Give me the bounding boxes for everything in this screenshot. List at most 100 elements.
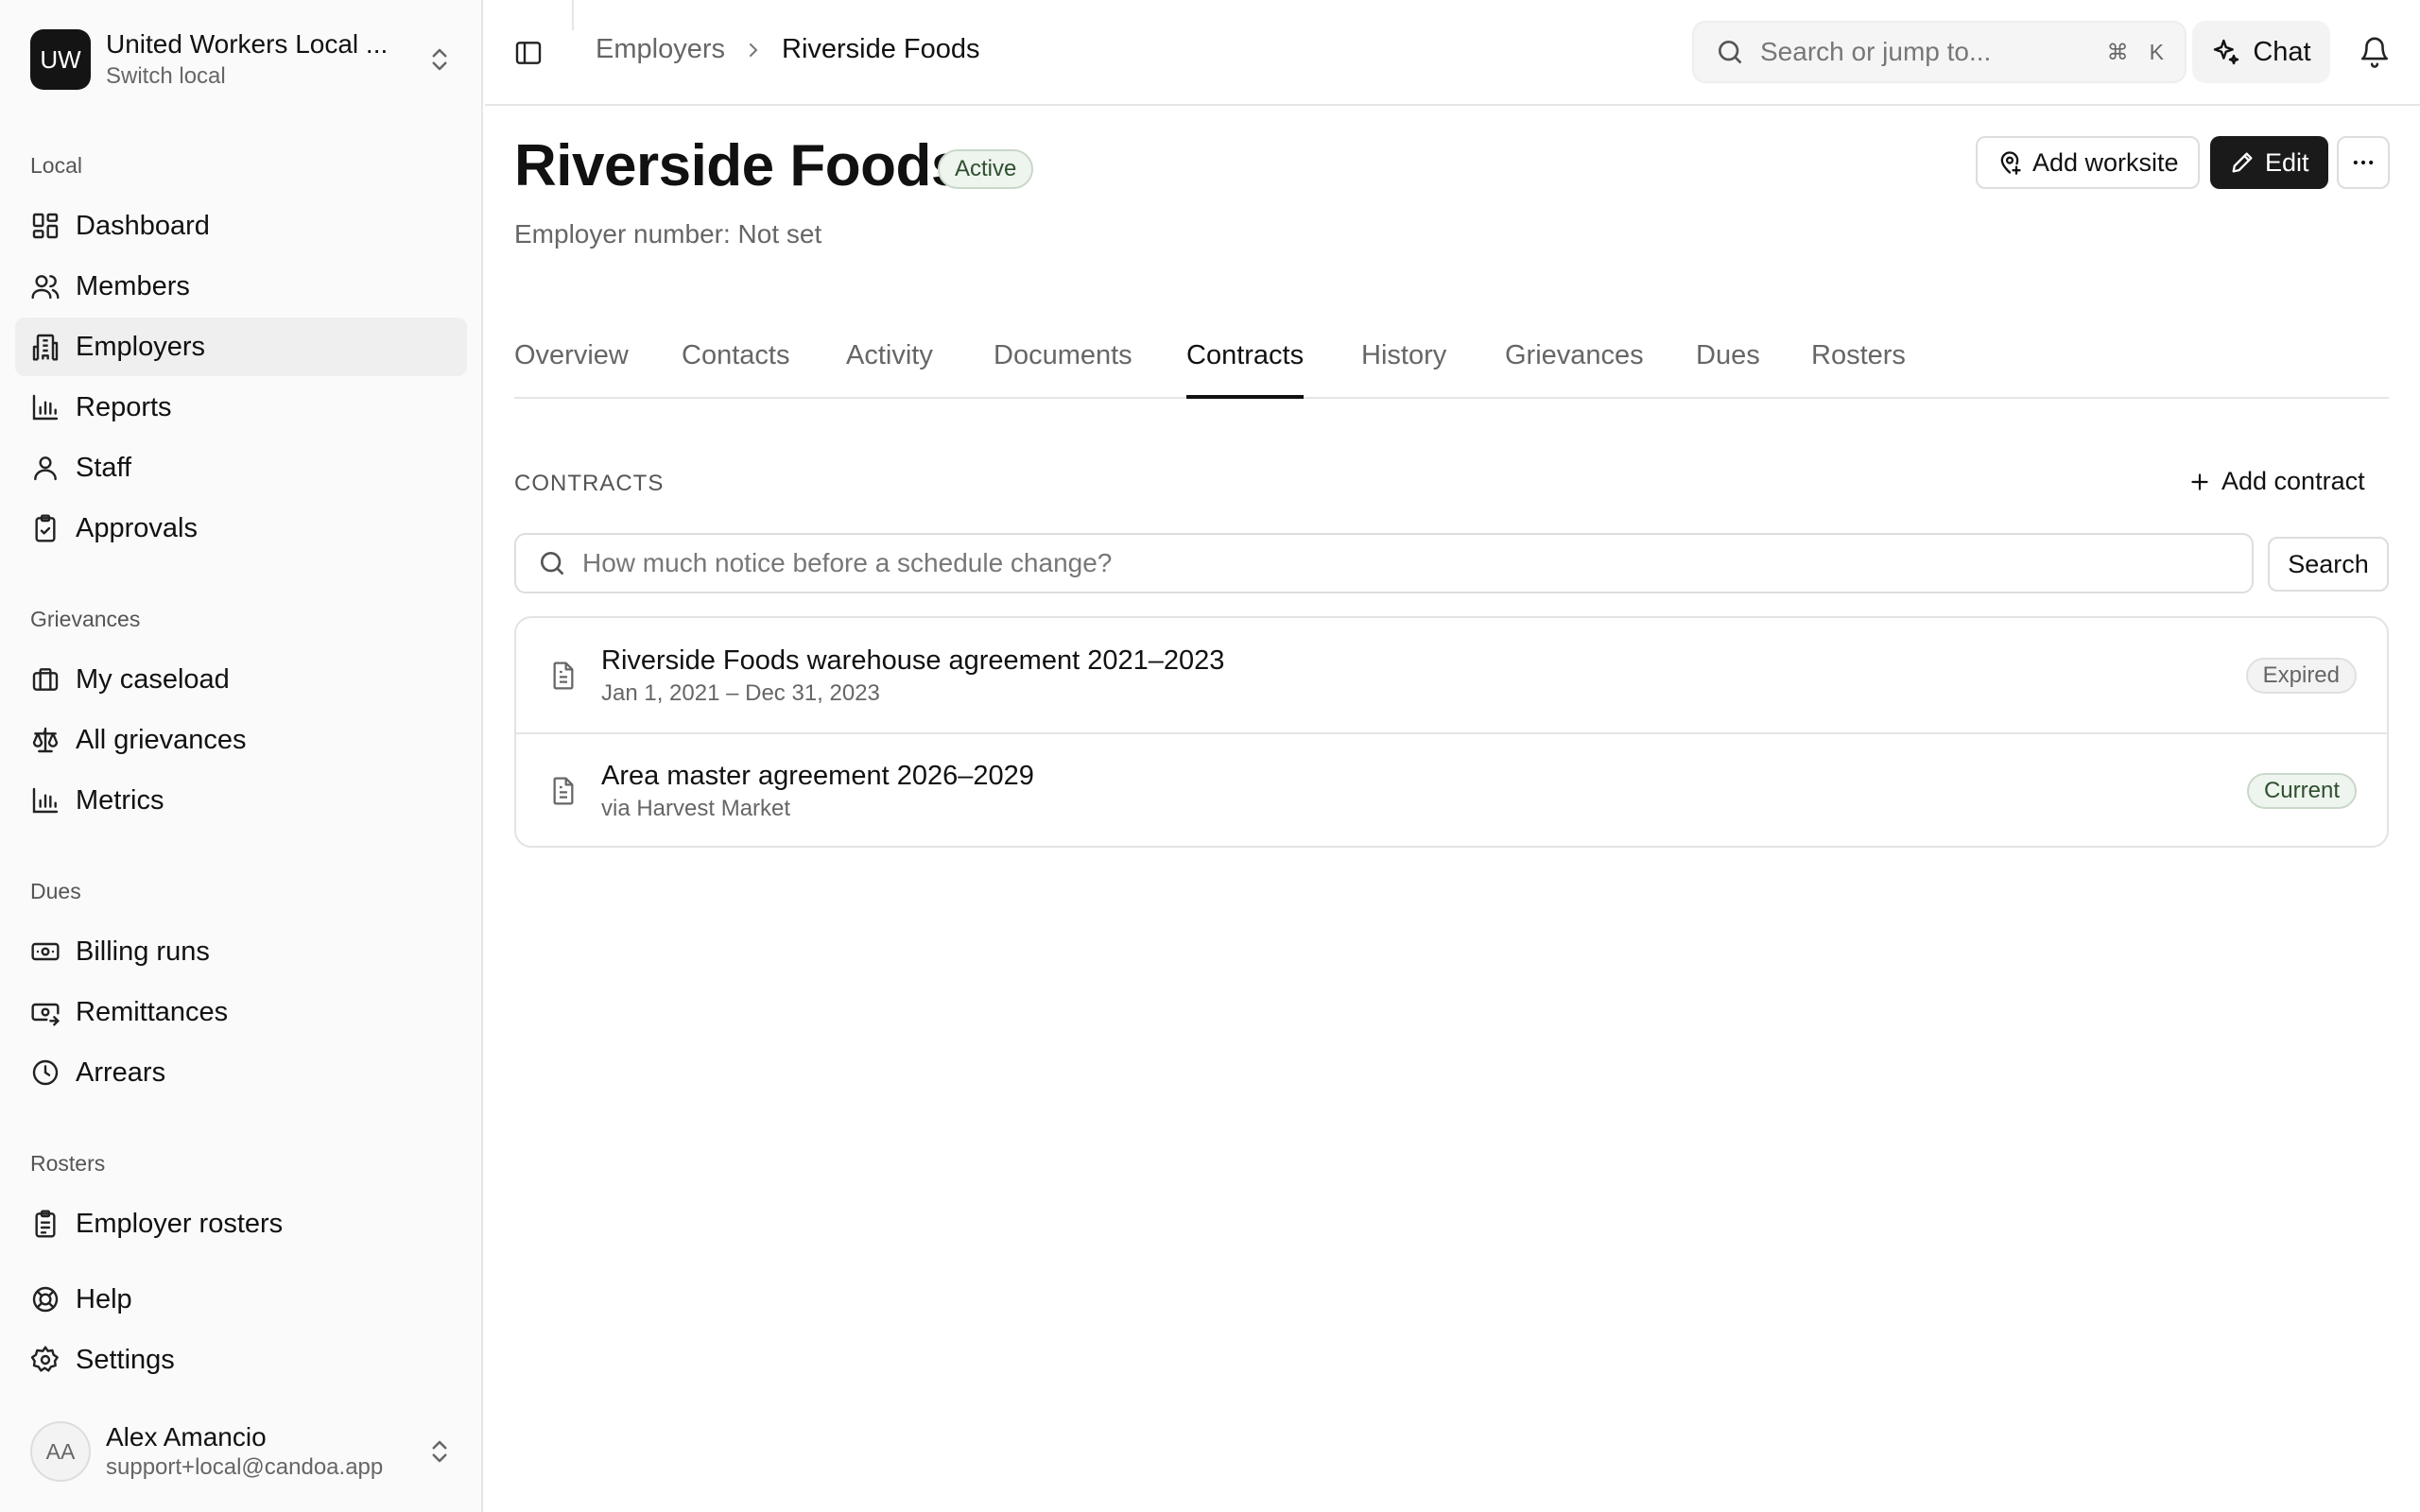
chat-button[interactable]: Chat (2192, 21, 2330, 83)
sidebar-item-reports[interactable]: Reports (15, 378, 467, 437)
sidebar-item-label: Remittances (76, 996, 229, 1027)
list-item[interactable]: Area master agreement 2026–2029 via Harv… (516, 732, 2387, 846)
tab-documents[interactable]: Documents (994, 340, 1132, 399)
add-contract-button[interactable]: Add contract (2187, 467, 2365, 496)
more-actions-button[interactable] (2337, 136, 2390, 189)
sidebar-item-members[interactable]: Members (15, 257, 467, 316)
sidebar-item-settings[interactable]: Settings (15, 1331, 467, 1389)
sidebar-item-help[interactable]: Help (15, 1270, 467, 1329)
contracts-list: Riverside Foods warehouse agreement 2021… (514, 616, 2389, 848)
sidebar-item-arrears[interactable]: Arrears (15, 1043, 467, 1102)
chevrons-up-down-icon (432, 48, 447, 71)
sidebar-item-metrics[interactable]: Metrics (15, 771, 467, 830)
status-badge: Current (2246, 772, 2357, 809)
contract-subtitle: via Harvest Market (601, 795, 791, 821)
section-label-local: Local (30, 153, 82, 178)
sidebar-toggle-icon[interactable] (513, 38, 544, 68)
org-name: United Workers Local ... (106, 29, 389, 59)
map-pin-plus-icon (2000, 151, 2021, 175)
contract-subtitle: Jan 1, 2021 – Dec 31, 2023 (601, 679, 880, 706)
search-button[interactable]: Search (2268, 537, 2389, 592)
contract-search-input[interactable] (582, 548, 2252, 578)
clock-icon (32, 1059, 59, 1086)
sidebar-item-label: Settings (76, 1344, 175, 1375)
remittance-icon (31, 1003, 60, 1026)
sidebar-item-label: Approvals (76, 512, 198, 543)
search-icon (541, 552, 563, 575)
sidebar: UW United Workers Local ... Switch local… (0, 0, 483, 1512)
chevron-right-icon (750, 43, 758, 57)
tab-overview[interactable]: Overview (514, 340, 629, 399)
scale-icon (32, 727, 59, 753)
sidebar-item-approvals[interactable]: Approvals (15, 499, 467, 558)
user-email: support+local@candoa.app (106, 1454, 384, 1480)
chevrons-up-down-icon (432, 1440, 447, 1463)
sidebar-item-label: Help (76, 1283, 132, 1314)
contracts-section-title: CONTRACTS (514, 471, 665, 496)
banknote-icon (31, 942, 60, 961)
org-logo: UW (30, 29, 91, 90)
user-name: Alex Amancio (106, 1422, 267, 1452)
clipboard-list-icon (35, 1210, 56, 1238)
sidebar-item-label: Members (76, 270, 190, 301)
shortcut-key: K (2149, 39, 2164, 64)
sidebar-item-label: Dashboard (76, 210, 210, 241)
sidebar-item-remittances[interactable]: Remittances (15, 983, 467, 1041)
sidebar-item-all-grievances[interactable]: All grievances (15, 711, 467, 769)
user-menu[interactable]: AA Alex Amancio support+local@candoa.app (30, 1418, 454, 1486)
status-badge: Active (938, 149, 1034, 189)
sidebar-item-label: Arrears (76, 1057, 166, 1088)
status-badge: Expired (2245, 657, 2357, 694)
sidebar-item-employer-rosters[interactable]: Employer rosters (15, 1194, 467, 1253)
tab-history[interactable]: History (1361, 340, 1446, 399)
sidebar-item-label: All grievances (76, 724, 247, 755)
global-search[interactable]: Search or jump to... ⌘ K (1692, 21, 2187, 83)
switch-local-label: Switch local (106, 63, 226, 89)
tab-bar: Overview Contacts Activity Documents Con… (514, 331, 2389, 399)
chat-label: Chat (2253, 36, 2311, 67)
shortcut-cmd: ⌘ (2106, 39, 2129, 64)
divider (572, 0, 574, 30)
tab-dues[interactable]: Dues (1696, 340, 1760, 399)
employer-number: Employer number: Not set (514, 219, 822, 249)
list-item[interactable]: Riverside Foods warehouse agreement 2021… (516, 618, 2387, 732)
sidebar-item-staff[interactable]: Staff (15, 438, 467, 497)
topbar: Employers Riverside Foods Search or jump… (485, 0, 2420, 106)
sidebar-item-employers[interactable]: Employers (15, 318, 467, 376)
file-text-icon (553, 662, 574, 689)
breadcrumb-current: Riverside Foods (782, 34, 980, 64)
sidebar-item-label: Employer rosters (76, 1208, 284, 1239)
bell-icon[interactable] (2359, 36, 2391, 68)
contract-search-field[interactable] (514, 533, 2254, 593)
users-icon (31, 275, 60, 300)
dashboard-icon (32, 213, 59, 239)
sidebar-item-my-caseload[interactable]: My caseload (15, 650, 467, 709)
tab-rosters[interactable]: Rosters (1811, 340, 1906, 399)
pencil-icon (2232, 152, 2253, 173)
sidebar-item-dashboard[interactable]: Dashboard (15, 197, 467, 255)
page-title: Riverside Foods (514, 133, 963, 198)
search-icon (1719, 41, 1741, 63)
file-text-icon (553, 777, 574, 804)
gear-icon (30, 1346, 59, 1372)
edit-label: Edit (2265, 147, 2309, 177)
avatar: AA (30, 1421, 91, 1482)
breadcrumb: Employers Riverside Foods (596, 34, 980, 65)
sidebar-item-billing-runs[interactable]: Billing runs (15, 922, 467, 981)
sidebar-item-label: Staff (76, 452, 132, 483)
add-worksite-label: Add worksite (2032, 147, 2179, 177)
local-switcher[interactable]: UW United Workers Local ... Switch local (30, 28, 454, 91)
edit-button[interactable]: Edit (2210, 136, 2328, 189)
sparkles-icon (2214, 39, 2239, 65)
sidebar-item-label: Reports (76, 391, 172, 422)
tab-grievances[interactable]: Grievances (1505, 340, 1644, 399)
tab-contacts[interactable]: Contacts (682, 340, 789, 399)
tab-contracts[interactable]: Contracts (1186, 340, 1305, 399)
breadcrumb-employers[interactable]: Employers (596, 34, 725, 65)
sidebar-item-label: Employers (76, 331, 205, 362)
tab-activity[interactable]: Activity (846, 340, 933, 399)
lifebuoy-icon (32, 1286, 59, 1313)
sidebar-item-label: My caseload (76, 663, 230, 695)
add-worksite-button[interactable]: Add worksite (1976, 136, 2200, 189)
section-label-dues: Dues (30, 879, 81, 903)
